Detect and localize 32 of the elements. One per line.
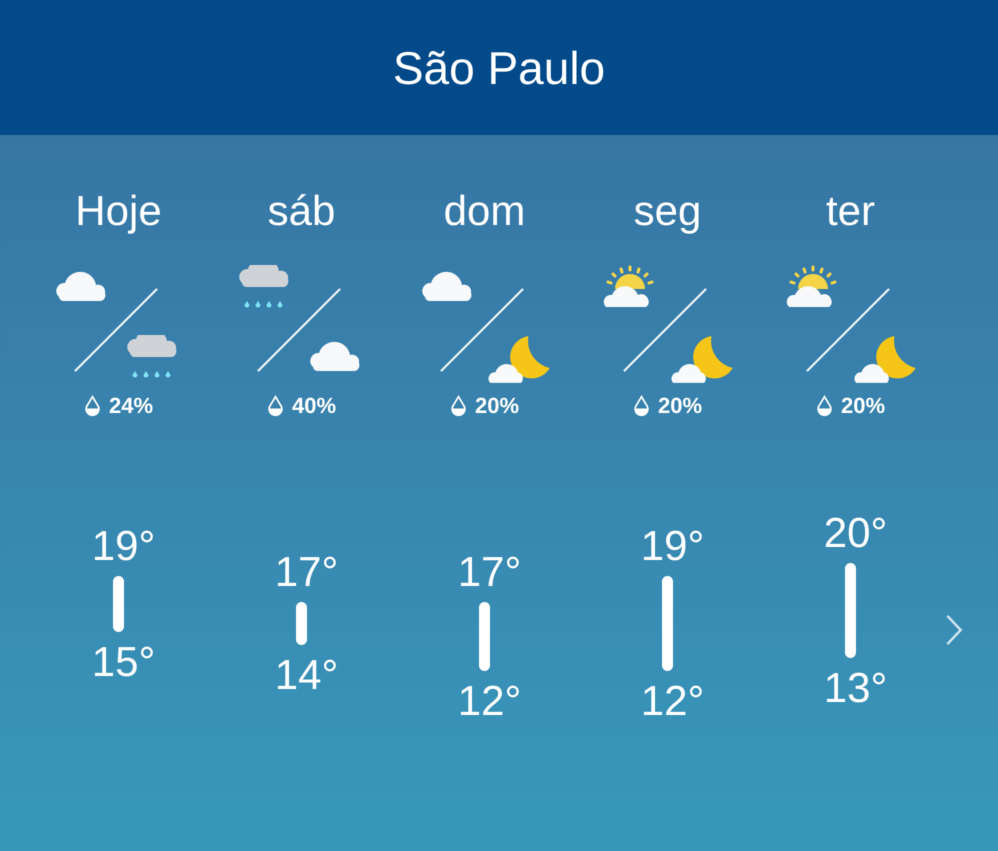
water-drop-icon [816,395,833,417]
city-title: São Paulo [392,40,606,94]
day-label: seg [634,187,702,235]
high-temperature: 19° [90,524,156,568]
precipitation-chance: 20% [474,393,520,419]
moon-cloud-icon [488,335,552,385]
precipitation-chance: 20% [840,393,886,419]
precipitation-chance: 24% [108,393,154,419]
low-temperature: 15° [90,640,156,684]
moon-cloud-icon [671,335,735,385]
low-temperature: 14° [274,653,338,697]
precipitation-chance: 40% [292,393,336,419]
day-label: dom [444,187,526,235]
high-temperature: 19° [640,524,704,568]
high-temperature: 17° [274,550,338,594]
day-label: Hoje [75,187,162,235]
temperature-range-bar [296,602,307,645]
precipitation-chance: 20% [658,393,702,419]
water-drop-icon [450,395,467,417]
day-label: sáb [268,187,336,235]
low-temperature: 13° [822,666,888,710]
temperature-range-bar [478,602,490,671]
low-temperature: 12° [456,679,522,723]
low-temperature: 12° [640,679,704,723]
high-temperature: 20° [822,511,888,555]
moon-cloud-icon [854,335,918,385]
water-drop-icon [632,395,650,417]
water-drop-icon [84,395,101,417]
day-label: ter [826,187,875,235]
high-temperature: 17° [456,550,522,594]
water-drop-icon [266,395,284,417]
temperature-range-bar [112,576,124,632]
